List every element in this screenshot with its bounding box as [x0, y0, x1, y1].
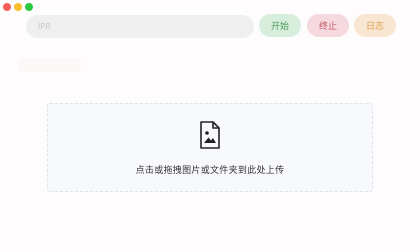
- window-controls: [3, 3, 33, 11]
- upload-dropzone[interactable]: 点击或拖拽图片或文件夹到此处上传: [47, 103, 373, 192]
- image-file-icon: [200, 121, 220, 149]
- close-window-button[interactable]: [3, 3, 11, 11]
- log-button[interactable]: 日志: [354, 14, 396, 37]
- upload-prompt: 点击或拖拽图片或文件夹到此处上传: [135, 166, 285, 176]
- app-window: 开始 终止 日志 点击或拖拽图片或文件夹到此处上传: [0, 0, 420, 252]
- zoom-window-button[interactable]: [25, 3, 33, 11]
- start-button[interactable]: 开始: [259, 14, 301, 37]
- toolbar: 开始 终止 日志: [26, 14, 406, 38]
- stop-button[interactable]: 终止: [307, 14, 349, 37]
- minimize-window-button[interactable]: [14, 3, 22, 11]
- search-input[interactable]: [26, 14, 254, 38]
- faint-panel: [17, 58, 81, 72]
